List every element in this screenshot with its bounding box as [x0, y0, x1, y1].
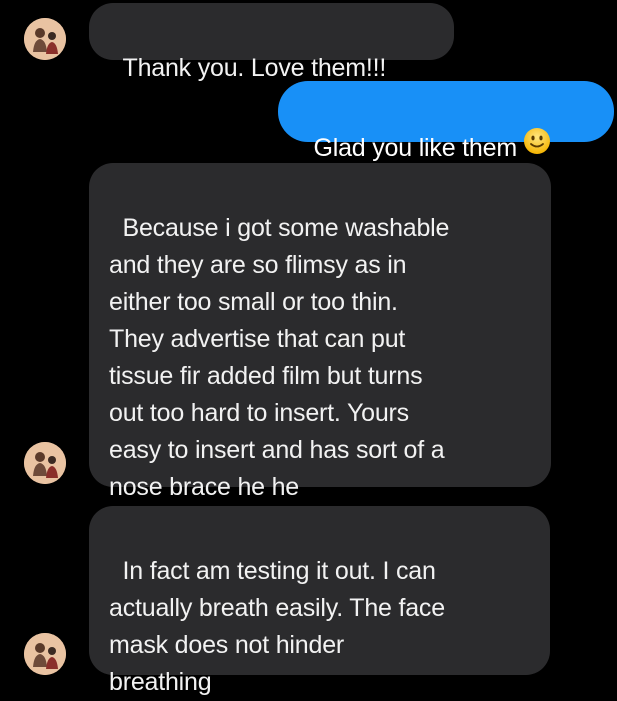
message-bubble-incoming[interactable]: Thank you. Love them!!!: [89, 3, 454, 82]
avatar-photo-icon: [24, 18, 66, 60]
sender-avatar[interactable]: [24, 18, 66, 60]
avatar-photo-icon: [24, 633, 66, 675]
avatar-photo-icon: [24, 442, 66, 484]
sender-avatar[interactable]: [24, 442, 66, 484]
message-bubble-outgoing[interactable]: Glad you like them: [278, 81, 614, 162]
sender-avatar[interactable]: [24, 633, 66, 675]
message-text: In fact am testing it out. I can actuall…: [109, 557, 445, 696]
message-text: Thank you. Love them!!!: [122, 54, 387, 82]
message-text: Because i got some washable and they are…: [109, 214, 450, 501]
slightly-smiling-face-icon: [523, 127, 551, 166]
message-bubble-incoming[interactable]: In fact am testing it out. I can actuall…: [89, 506, 550, 696]
message-text: Glad you like them: [313, 134, 518, 163]
message-bubble-incoming[interactable]: Because i got some washable and they are…: [89, 163, 551, 501]
